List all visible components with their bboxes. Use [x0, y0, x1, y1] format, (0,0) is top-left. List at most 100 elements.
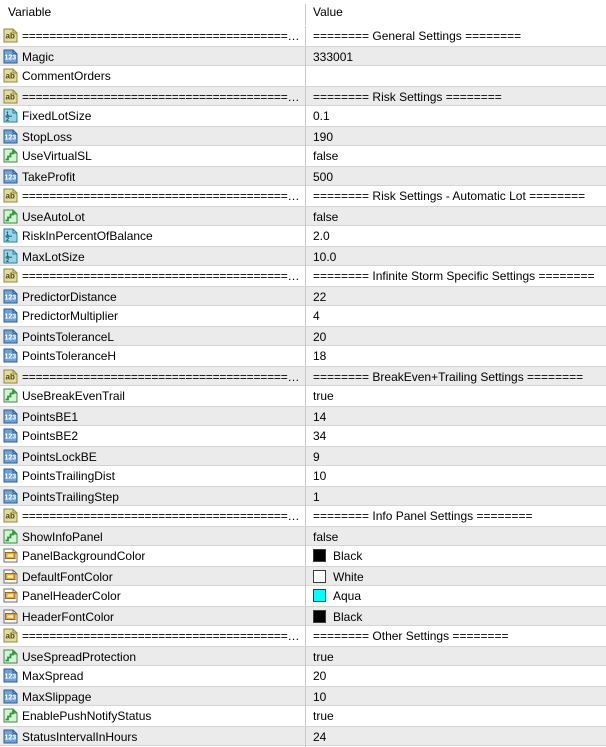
- value-cell[interactable]: false: [306, 207, 606, 227]
- variable-cell[interactable]: DefaultFontColor: [0, 567, 305, 587]
- table-row[interactable]: EnablePushNotifyStatus true: [0, 706, 606, 726]
- table-row[interactable]: UseAutoLot false: [0, 206, 606, 227]
- variable-cell[interactable]: 123 StatusIntervalInHours: [0, 727, 305, 747]
- variable-cell[interactable]: 123 PredictorMultiplier: [0, 306, 305, 326]
- value-cell[interactable]: ======== General Settings ========: [306, 26, 606, 46]
- separator-row[interactable]: ab ======================================…: [0, 506, 606, 526]
- value-cell[interactable]: Aqua: [306, 586, 606, 606]
- variable-cell[interactable]: 123 PointsLockBE: [0, 447, 305, 467]
- separator-row[interactable]: ab ======================================…: [0, 186, 606, 206]
- variable-cell[interactable]: ab ======================================…: [0, 87, 305, 107]
- variable-cell[interactable]: ab ======================================…: [0, 506, 305, 526]
- table-row[interactable]: 123 PointsBE1 14: [0, 406, 606, 427]
- value-cell[interactable]: true: [306, 386, 606, 406]
- separator-row[interactable]: ab ======================================…: [0, 366, 606, 387]
- variable-cell[interactable]: ShowInfoPanel: [0, 527, 305, 547]
- variable-cell[interactable]: 123 TakeProfit: [0, 167, 305, 187]
- value-cell[interactable]: 18: [306, 346, 606, 366]
- variable-cell[interactable]: ab ======================================…: [0, 266, 305, 286]
- variable-cell[interactable]: 123 PointsToleranceL: [0, 327, 305, 347]
- variable-cell[interactable]: 123 PredictorDistance: [0, 287, 305, 307]
- variable-cell[interactable]: PanelHeaderColor: [0, 586, 305, 606]
- table-row[interactable]: HeaderFontColor Black: [0, 606, 606, 627]
- value-cell[interactable]: 24: [306, 727, 606, 747]
- variable-cell[interactable]: 1 2 MaxLotSize: [0, 247, 305, 267]
- table-row[interactable]: 123 PointsToleranceL 20: [0, 326, 606, 347]
- table-row[interactable]: PanelBackgroundColor Black: [0, 546, 606, 566]
- table-row[interactable]: UseVirtualSL false: [0, 146, 606, 166]
- table-row[interactable]: 1 2 MaxLotSize 10.0: [0, 246, 606, 267]
- variable-cell[interactable]: 123 PointsTrailingStep: [0, 487, 305, 507]
- table-row[interactable]: UseSpreadProtection true: [0, 646, 606, 667]
- table-row[interactable]: ab CommentOrders: [0, 66, 606, 86]
- value-cell[interactable]: 20: [306, 327, 606, 347]
- value-cell[interactable]: 2.0: [306, 226, 606, 246]
- value-cell[interactable]: 500: [306, 167, 606, 187]
- table-row[interactable]: 123 Magic 333001: [0, 46, 606, 67]
- variable-cell[interactable]: HeaderFontColor: [0, 607, 305, 627]
- value-cell[interactable]: 10.0: [306, 247, 606, 267]
- value-cell[interactable]: false: [306, 146, 606, 166]
- value-cell[interactable]: 4: [306, 306, 606, 326]
- variable-cell[interactable]: UseBreakEvenTrail: [0, 386, 305, 406]
- value-cell[interactable]: Black: [306, 607, 606, 627]
- separator-row[interactable]: ab ======================================…: [0, 26, 606, 46]
- table-row[interactable]: 123 PointsToleranceH 18: [0, 346, 606, 366]
- variable-cell[interactable]: ab CommentOrders: [0, 66, 305, 86]
- variable-cell[interactable]: UseVirtualSL: [0, 146, 305, 166]
- variable-cell[interactable]: 123 Magic: [0, 47, 305, 67]
- value-cell[interactable]: White: [306, 567, 606, 587]
- variable-cell[interactable]: UseAutoLot: [0, 207, 305, 227]
- value-cell[interactable]: 10: [306, 466, 606, 486]
- table-row[interactable]: PanelHeaderColor Aqua: [0, 586, 606, 606]
- variable-cell[interactable]: ab ======================================…: [0, 626, 305, 646]
- value-cell[interactable]: 333001: [306, 47, 606, 67]
- variable-cell[interactable]: EnablePushNotifyStatus: [0, 706, 305, 726]
- variable-cell[interactable]: ab ======================================…: [0, 26, 305, 46]
- table-row[interactable]: 123 PointsTrailingStep 1: [0, 486, 606, 507]
- table-row[interactable]: DefaultFontColor White: [0, 566, 606, 587]
- value-cell[interactable]: 0.1: [306, 106, 606, 126]
- variable-cell[interactable]: 123 PointsBE2: [0, 426, 305, 446]
- table-row[interactable]: 123 MaxSpread 20: [0, 666, 606, 686]
- value-cell[interactable]: 1: [306, 487, 606, 507]
- table-row[interactable]: 123 PointsTrailingDist 10: [0, 466, 606, 486]
- variable-cell[interactable]: UseSpreadProtection: [0, 647, 305, 667]
- value-cell[interactable]: 9: [306, 447, 606, 467]
- table-row[interactable]: 123 PredictorDistance 22: [0, 286, 606, 307]
- variable-cell[interactable]: 123 PointsTrailingDist: [0, 466, 305, 486]
- table-row[interactable]: 1 2 FixedLotSize 0.1: [0, 106, 606, 126]
- value-cell[interactable]: 20: [306, 666, 606, 686]
- variable-cell[interactable]: 123 StopLoss: [0, 127, 305, 147]
- value-cell[interactable]: ======== Infinite Storm Specific Setting…: [306, 266, 606, 286]
- value-cell[interactable]: ======== Other Settings ========: [306, 626, 606, 646]
- table-row[interactable]: 123 PointsLockBE 9: [0, 446, 606, 467]
- value-cell[interactable]: 10: [306, 687, 606, 707]
- variable-cell[interactable]: 1 2 RiskInPercentOfBalance: [0, 226, 305, 246]
- value-cell[interactable]: 34: [306, 426, 606, 446]
- variable-cell[interactable]: ab ======================================…: [0, 367, 305, 387]
- value-cell[interactable]: 22: [306, 287, 606, 307]
- separator-row[interactable]: ab ======================================…: [0, 266, 606, 286]
- table-row[interactable]: ShowInfoPanel false: [0, 526, 606, 547]
- separator-row[interactable]: ab ======================================…: [0, 626, 606, 646]
- value-cell[interactable]: ======== Risk Settings - Automatic Lot =…: [306, 186, 606, 206]
- table-row[interactable]: 1 2 RiskInPercentOfBalance 2.0: [0, 226, 606, 246]
- variable-cell[interactable]: 123 PointsToleranceH: [0, 346, 305, 366]
- table-row[interactable]: 123 MaxSlippage 10: [0, 686, 606, 707]
- variable-cell[interactable]: 123 MaxSpread: [0, 666, 305, 686]
- column-resize-handle[interactable]: [305, 4, 306, 25]
- table-row[interactable]: UseBreakEvenTrail true: [0, 386, 606, 406]
- variable-cell[interactable]: ab ======================================…: [0, 186, 305, 206]
- variable-cell[interactable]: 123 MaxSlippage: [0, 687, 305, 707]
- value-cell[interactable]: true: [306, 706, 606, 726]
- value-cell[interactable]: 14: [306, 407, 606, 427]
- value-cell[interactable]: Black: [306, 546, 606, 566]
- value-cell[interactable]: 190: [306, 127, 606, 147]
- table-row[interactable]: 123 StopLoss 190: [0, 126, 606, 147]
- table-row[interactable]: 123 StatusIntervalInHours 24: [0, 726, 606, 747]
- variable-cell[interactable]: PanelBackgroundColor: [0, 546, 305, 566]
- variable-cell[interactable]: 123 PointsBE1: [0, 407, 305, 427]
- column-header-value[interactable]: Value: [313, 0, 343, 25]
- value-cell[interactable]: [306, 66, 606, 86]
